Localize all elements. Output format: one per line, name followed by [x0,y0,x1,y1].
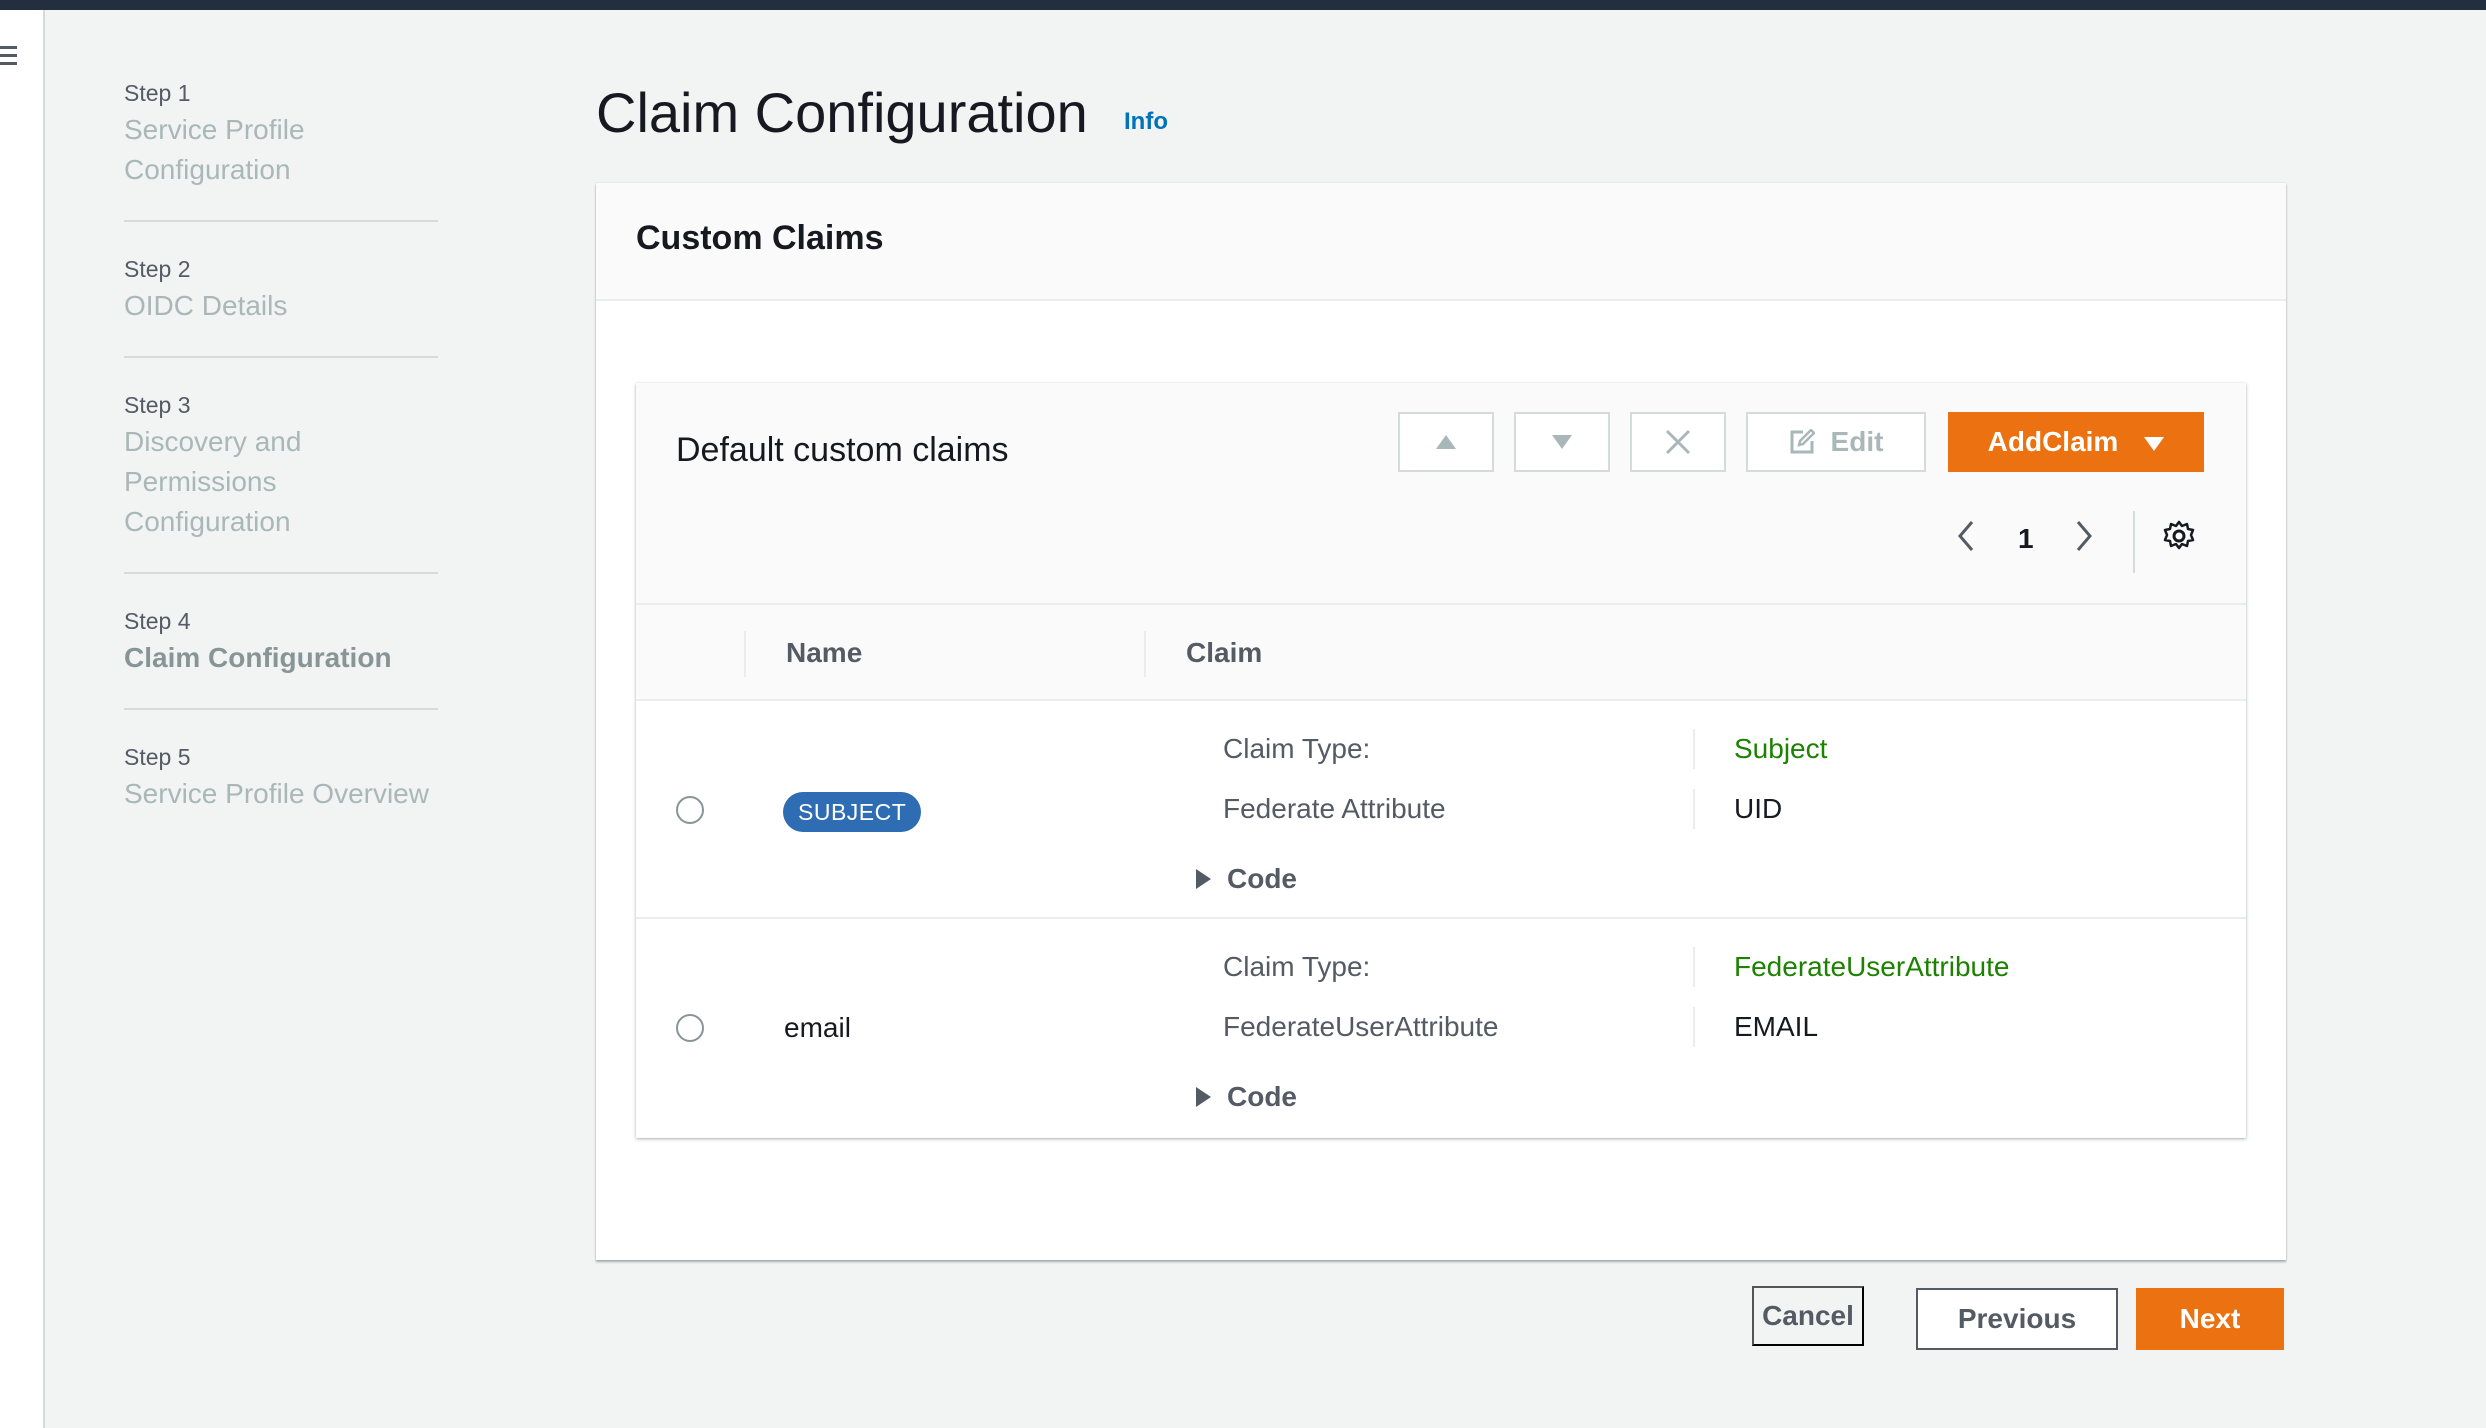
claim-type-value: FederateUserAttribute [1734,951,2010,982]
code-label: Code [1227,863,1297,894]
edit-label: Edit [1830,426,1884,457]
step-number: Step 4 [124,608,191,634]
custom-claims-container: Custom Claims Default custom claims Edit [596,183,2286,1260]
delete-button[interactable] [1630,412,1726,472]
side-navigation-rail [0,10,45,1428]
chevron-right-icon [2074,520,2094,557]
step-number: Step 5 [124,744,191,770]
attribute-label: FederateUserAttribute [1223,1011,1499,1042]
caret-down-icon [2144,426,2165,458]
page-title: Claim Configuration [596,81,1088,144]
column-header-name[interactable]: Name [786,637,862,669]
claim-name-text: email [784,1012,851,1043]
triangle-up-icon [1435,434,1457,450]
claim-type-value: Subject [1734,733,1828,764]
kv-divider [1693,789,1695,829]
attribute-value: EMAIL [1734,1011,1819,1042]
table-header: Name Claim [636,603,2246,701]
pager-divider [2133,511,2135,573]
container-title: Custom Claims [636,219,884,257]
step-title: Service Profile Configuration [124,114,305,185]
info-link[interactable]: Info [1124,108,1168,136]
wizard-step-3[interactable]: Step 3 Discovery and Permissions Configu… [124,388,438,574]
code-expander[interactable]: Code [1196,863,1297,895]
next-page-button[interactable] [2074,518,2094,558]
step-title: Service Profile Overview [124,778,429,809]
step-number: Step 1 [124,80,191,106]
add-claim-label: AddClaim [1987,426,2119,457]
step-number: Step 2 [124,256,191,282]
wizard-step-1[interactable]: Step 1 Service Profile Configuration [124,76,438,222]
attribute-value: UID [1734,793,1783,824]
previous-page-button[interactable] [1956,518,1976,558]
kv-divider [1693,947,1695,987]
caret-right-icon [1196,869,1211,889]
wizard-steps: Step 1 Service Profile Configuration Ste… [124,76,438,874]
column-header-claim[interactable]: Claim [1186,637,1262,669]
triangle-down-icon [1551,434,1573,450]
claim-type-label: Claim Type: [1223,733,1371,764]
edit-icon [1789,429,1815,455]
wizard-step-5[interactable]: Step 5 Service Profile Overview [124,740,438,844]
previous-button[interactable]: Previous [1916,1288,2118,1350]
edit-button[interactable]: Edit [1746,412,1926,472]
row-select-radio[interactable] [676,796,704,824]
chevron-left-icon [1956,520,1976,557]
move-up-button[interactable] [1398,412,1494,472]
column-divider [744,631,746,677]
table-row: email Claim Type: FederateUserAttribute … [636,919,2246,1137]
menu-icon[interactable] [0,46,18,68]
kv-divider [1693,1007,1695,1047]
table-row: SUBJECT Claim Type: Subject Federate Att… [636,701,2246,919]
gear-icon [2162,519,2196,558]
caret-right-icon [1196,1087,1211,1107]
claims-table: Default custom claims Edit AddClaim 1 Na… [636,383,2246,1138]
code-label: Code [1227,1081,1297,1112]
step-title: Claim Configuration [124,642,392,673]
attribute-label: Federate Attribute [1223,793,1446,824]
table-settings-button[interactable] [2162,518,2196,558]
close-icon [1664,428,1692,456]
top-bar [0,0,2486,10]
cancel-button[interactable]: Cancel [1752,1286,1864,1346]
wizard-step-4: Step 4 Claim Configuration [124,604,438,710]
step-number: Step 3 [124,392,191,418]
step-title: OIDC Details [124,290,288,321]
kv-divider [1693,729,1695,769]
next-button[interactable]: Next [2136,1288,2284,1350]
container-header: Custom Claims [596,183,2286,301]
wizard-step-2[interactable]: Step 2 OIDC Details [124,252,438,358]
claim-name-badge: SUBJECT [783,792,922,832]
add-claim-button[interactable]: AddClaim [1948,412,2204,472]
claim-type-label: Claim Type: [1223,951,1371,982]
code-expander[interactable]: Code [1196,1081,1297,1113]
row-select-radio[interactable] [676,1014,704,1042]
column-divider [1144,631,1146,677]
current-page-number[interactable]: 1 [2018,523,2034,555]
move-down-button[interactable] [1514,412,1610,472]
table-title: Default custom claims [676,431,1009,469]
step-title: Discovery and Permissions Configuration [124,426,302,537]
